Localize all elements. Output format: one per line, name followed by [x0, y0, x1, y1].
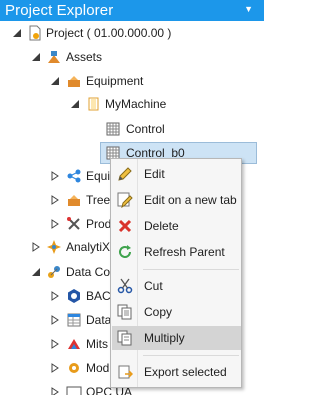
tree-item-mymachine[interactable]: MyMachine — [0, 93, 264, 115]
tree-item-control[interactable]: Control — [0, 118, 264, 140]
data-table-icon — [66, 312, 82, 328]
expand-triangle-icon[interactable] — [50, 387, 60, 395]
menu-item-copy[interactable]: Copy — [112, 300, 241, 324]
expand-triangle-icon[interactable] — [50, 219, 60, 229]
share-nodes-icon — [66, 168, 82, 184]
machine-folder-icon — [86, 96, 102, 112]
tree-item-label: Equi — [86, 169, 111, 183]
export-icon — [117, 364, 133, 380]
edit-new-tab-icon — [117, 192, 133, 208]
tree-item-assets[interactable]: Assets — [0, 46, 264, 68]
menu-item-label: Copy — [144, 305, 173, 319]
menu-item-edit-new-tab[interactable]: Edit on a new tab — [112, 188, 241, 212]
modbus-gear-icon — [66, 360, 82, 376]
bacnet-icon — [66, 288, 82, 304]
tree-item-label: Mits — [86, 337, 108, 351]
tools-icon — [66, 216, 82, 232]
refresh-icon — [117, 244, 133, 260]
scissors-icon — [117, 278, 133, 294]
menu-item-label: Cut — [144, 279, 163, 293]
menu-item-label: Edit — [144, 167, 165, 181]
menu-item-delete[interactable]: Delete — [112, 214, 241, 238]
collapse-triangle-icon[interactable] — [31, 267, 41, 277]
tree-item-project[interactable]: Project ( 01.00.000.00 ) — [0, 22, 264, 44]
expand-triangle-icon[interactable] — [50, 363, 60, 373]
copy-icon — [117, 304, 133, 320]
collapse-triangle-icon[interactable] — [70, 99, 80, 109]
menu-item-edit[interactable]: Edit — [112, 162, 241, 186]
tree-item-label: Mod — [86, 361, 110, 375]
multiply-icon — [117, 330, 133, 346]
mitsubishi-icon — [66, 336, 82, 352]
expand-triangle-icon[interactable] — [50, 315, 60, 325]
menu-item-label: Export selected — [144, 365, 227, 379]
connectivity-icon — [46, 264, 62, 280]
menu-item-label: Edit on a new tab — [144, 193, 237, 207]
expand-triangle-icon[interactable] — [50, 195, 60, 205]
tree-item-label: Data — [86, 313, 112, 327]
panel-titlebar: Project Explorer ▼ — [0, 0, 264, 21]
menu-item-refresh-parent[interactable]: Refresh Parent — [112, 240, 241, 264]
tree-item-label: Control — [126, 122, 165, 136]
project-document-icon — [27, 25, 43, 41]
menu-item-label: Multiply — [144, 331, 185, 345]
opc-ua-icon — [66, 384, 82, 395]
expand-triangle-icon[interactable] — [50, 291, 60, 301]
menu-item-label: Delete — [144, 219, 179, 233]
tree-item-label: MyMachine — [105, 97, 167, 111]
tree-item-label: Equipment — [86, 74, 144, 88]
expand-triangle-icon[interactable] — [50, 171, 60, 181]
menu-separator — [143, 355, 239, 356]
menu-item-cut[interactable]: Cut — [112, 274, 241, 298]
equipment-icon — [66, 73, 82, 89]
collapse-triangle-icon[interactable] — [12, 28, 22, 38]
expand-triangle-icon[interactable] — [31, 242, 41, 252]
tree-item-label: Tree — [86, 193, 111, 207]
assets-icon — [46, 49, 62, 65]
collapse-triangle-icon[interactable] — [31, 52, 41, 62]
collapse-triangle-icon[interactable] — [50, 76, 60, 86]
menu-item-export-selected[interactable]: Export selected — [112, 360, 241, 384]
tree-item-label: Project ( 01.00.000.00 ) — [46, 26, 172, 40]
menu-item-multiply[interactable]: Multiply — [112, 326, 241, 350]
tree-item-label: Assets — [66, 50, 103, 64]
edit-pencil-icon — [117, 166, 133, 182]
analytix-icon — [46, 239, 62, 255]
menu-item-label: Refresh Parent — [144, 245, 225, 259]
tree-item-equipment[interactable]: Equipment — [0, 70, 264, 92]
panel-title: Project Explorer — [5, 2, 114, 19]
tree-item-label: AnalytiX — [66, 240, 111, 254]
menu-separator — [143, 269, 239, 270]
expand-triangle-icon[interactable] — [50, 339, 60, 349]
panel-menu-arrow-icon[interactable]: ▼ — [244, 4, 253, 14]
delete-x-icon — [117, 218, 133, 234]
context-menu: Edit Edit on a new tab Delete Refresh Pa… — [110, 158, 242, 388]
equipment-icon — [66, 192, 82, 208]
control-grid-icon — [105, 121, 121, 137]
tree-item-label: Data Co — [66, 265, 111, 279]
tree-item-label: Prod — [86, 217, 112, 231]
